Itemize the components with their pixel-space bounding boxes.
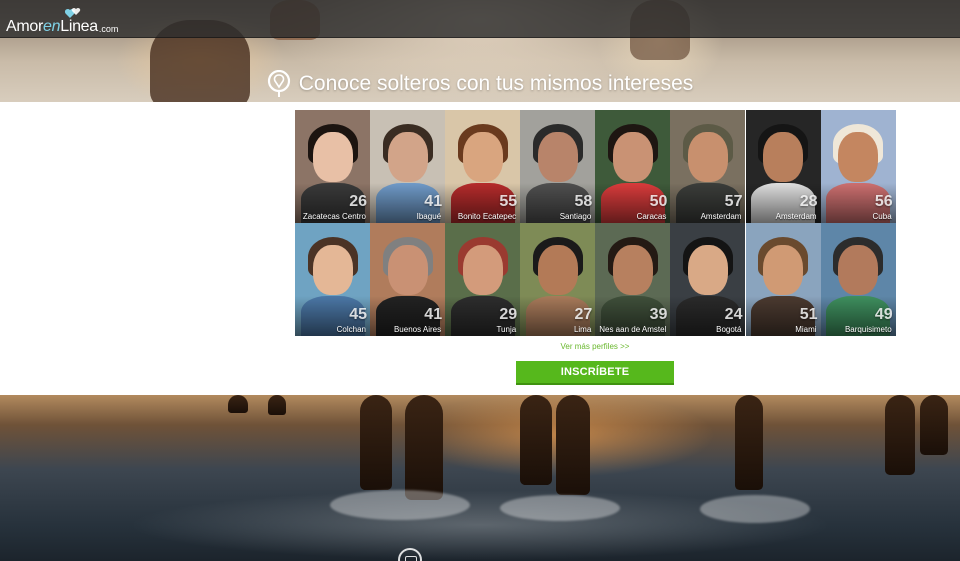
- profile-photo-face: [312, 132, 353, 182]
- profile-photo-face: [838, 132, 879, 182]
- profile-card[interactable]: 28 Amsterdam: [745, 110, 821, 223]
- profile-card[interactable]: 50 Caracas: [595, 110, 671, 223]
- profile-card[interactable]: 27 Lima: [520, 223, 596, 336]
- profile-photo-face: [462, 245, 503, 295]
- profile-age: 55: [499, 193, 518, 210]
- profile-photo-face: [763, 132, 804, 182]
- logo-text-en: en: [43, 18, 61, 35]
- profile-card[interactable]: 26 Zacatecas Centro: [295, 110, 370, 223]
- signup-button[interactable]: INSCRÍBETE: [516, 361, 674, 385]
- profile-city: Caracas: [636, 212, 667, 221]
- profile-card[interactable]: 41 Buenos Aires: [370, 223, 446, 336]
- profile-age: 27: [574, 306, 593, 323]
- background-splash: [700, 495, 810, 523]
- profile-photo-face: [537, 245, 578, 295]
- profile-photo-face: [838, 245, 879, 295]
- profile-card[interactable]: 24 Bogotá: [670, 223, 746, 336]
- background-leg: [920, 395, 948, 455]
- top-bar: [0, 0, 960, 38]
- profile-city: Bonito Ecatepec: [457, 212, 517, 221]
- profile-photo-face: [462, 132, 503, 182]
- profile-age: 56: [874, 193, 893, 210]
- background-leg: [360, 395, 392, 490]
- profile-photo-face: [387, 245, 428, 295]
- profile-age: 45: [349, 306, 367, 323]
- site-logo[interactable]: Amor en Linea .com: [6, 8, 119, 36]
- profile-city: Bogotá: [716, 325, 742, 334]
- profile-city: Nes aan de Amstel: [599, 325, 667, 334]
- profile-city: Lima: [573, 325, 592, 334]
- profile-age: 57: [724, 193, 743, 210]
- profile-age: 28: [799, 193, 818, 210]
- logo-text-linea: Linea: [60, 18, 98, 35]
- profile-photo-face: [312, 245, 353, 295]
- headline-row: Conoce solteros con tus mismos intereses: [0, 70, 960, 98]
- profile-card[interactable]: 58 Santiago: [520, 110, 596, 223]
- profile-city: Miami: [795, 325, 817, 334]
- profile-city: Cuba: [872, 212, 892, 221]
- more-profiles-link[interactable]: Ver más perfiles >>: [0, 342, 960, 352]
- profile-age: 26: [349, 193, 367, 210]
- background-leg: [556, 395, 590, 495]
- profile-photo-face: [387, 132, 428, 182]
- profile-city: Santiago: [559, 212, 592, 221]
- background-leg: [520, 395, 552, 485]
- profile-age: 51: [799, 306, 818, 323]
- profile-age: 41: [424, 193, 443, 210]
- profile-card[interactable]: 51 Miami: [745, 223, 821, 336]
- profile-photo-face: [537, 132, 578, 182]
- profile-photo-face: [612, 245, 653, 295]
- profile-city: Amsterdam: [700, 212, 742, 221]
- profile-card[interactable]: 45 Colchan: [295, 223, 370, 336]
- logo-text-amor: Amor: [6, 18, 44, 35]
- logo-text-com: .com: [98, 24, 119, 34]
- more-profiles-label: Ver más perfiles >>: [560, 342, 630, 351]
- profile-card[interactable]: 41 Ibagué: [370, 110, 446, 223]
- profile-card[interactable]: 49 Barquisimeto: [820, 223, 896, 336]
- profile-city: Tunja: [496, 325, 517, 334]
- profile-city: Buenos Aires: [393, 325, 442, 334]
- profile-photo-face: [687, 132, 728, 182]
- profile-age: 49: [874, 306, 893, 323]
- profile-photo-face: [687, 245, 728, 295]
- background-splash: [330, 490, 470, 520]
- profile-photo-face: [612, 132, 653, 182]
- profile-city: Colchan: [336, 325, 366, 334]
- profile-age: 50: [649, 193, 668, 210]
- background-leg: [268, 395, 286, 415]
- hero-background-bottom: [0, 395, 960, 561]
- background-leg: [735, 395, 763, 490]
- profile-age: 24: [724, 306, 743, 323]
- background-splash: [500, 495, 620, 521]
- profile-card[interactable]: 57 Amsterdam: [670, 110, 746, 223]
- profile-age: 29: [499, 306, 518, 323]
- heart-icon: [64, 8, 81, 18]
- background-leg: [885, 395, 915, 475]
- profile-city: Barquisimeto: [844, 325, 892, 334]
- profile-city: Ibagué: [416, 212, 442, 221]
- profile-age: 41: [424, 306, 443, 323]
- profile-age: 39: [649, 306, 668, 323]
- profile-age: 58: [574, 193, 593, 210]
- profile-grid: 26 Zacatecas Centro 41 Ibagué 55 Bonito Ecate…: [295, 110, 896, 336]
- profile-city: Amsterdam: [775, 212, 817, 221]
- background-leg: [228, 395, 248, 413]
- profile-card[interactable]: 56 Cuba: [820, 110, 896, 223]
- page-headline: Conoce solteros con tus mismos intereses: [298, 72, 694, 95]
- location-pin-icon: [267, 70, 290, 97]
- profile-city: Zacatecas Centro: [302, 212, 366, 221]
- profile-card[interactable]: 29 Tunja: [445, 223, 521, 336]
- profile-card[interactable]: 39 Nes aan de Amstel: [595, 223, 671, 336]
- profile-photo-face: [763, 245, 804, 295]
- profile-card[interactable]: 55 Bonito Ecatepec: [445, 110, 521, 223]
- background-leg: [405, 395, 443, 500]
